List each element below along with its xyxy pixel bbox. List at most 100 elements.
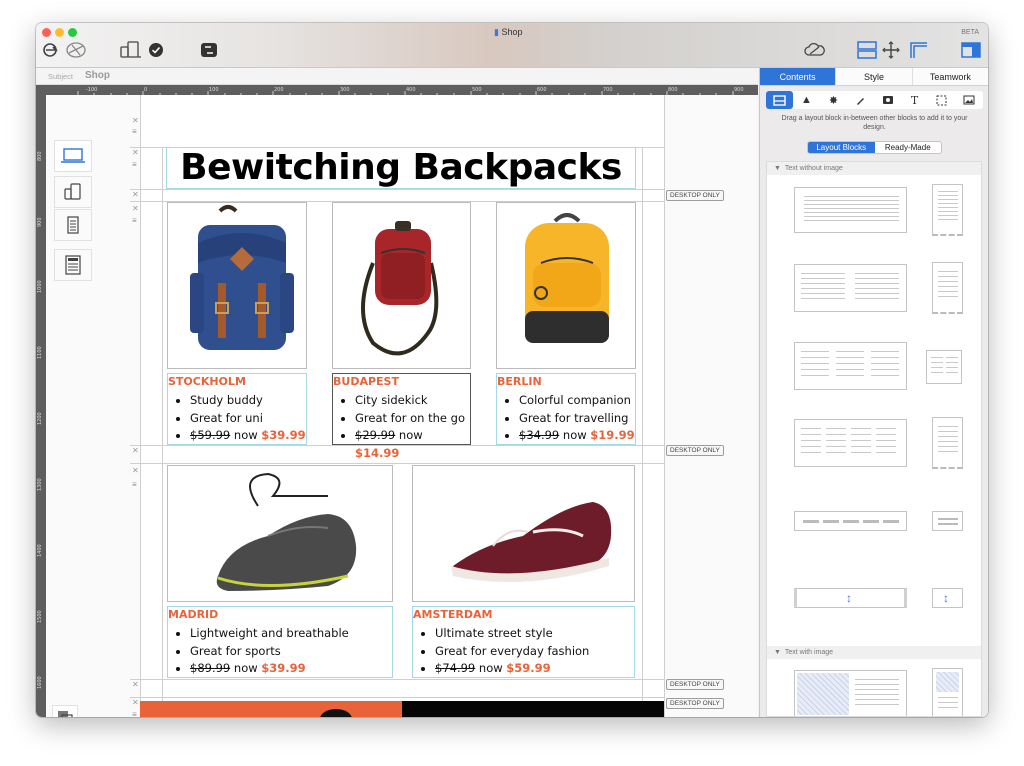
feature-item: Colorful companion — [519, 392, 635, 410]
close-button[interactable] — [42, 28, 51, 37]
product-image-black-sneaker[interactable] — [167, 465, 393, 602]
feature-item: Great for uni — [190, 410, 306, 428]
banner-orange[interactable] — [140, 701, 402, 717]
desktop-only-tag[interactable]: DESKTOP ONLY — [666, 190, 724, 201]
new-price: $14.99 — [355, 445, 400, 460]
section-header[interactable]: ▼ Text with image — [767, 646, 981, 659]
guides-icon[interactable] — [909, 41, 929, 63]
remove-block-icon[interactable]: ✕ — [132, 191, 139, 199]
product-image-blue-backpack[interactable] — [167, 202, 307, 369]
devices-icon[interactable] — [120, 41, 142, 63]
segment-layout-blocks[interactable]: Layout Blocks — [808, 142, 875, 153]
drag-handle-icon[interactable]: ≡ — [132, 128, 137, 136]
product-card-amsterdam[interactable]: AMSTERDAM Ultimate street style Great fo… — [412, 606, 635, 678]
remove-block-icon[interactable]: ✕ — [132, 205, 139, 213]
block-thumbnail[interactable] — [794, 511, 907, 531]
badge-icon[interactable]: ✸ — [820, 91, 847, 109]
remove-block-icon[interactable]: ✕ — [132, 467, 139, 475]
text-icon[interactable]: T — [901, 91, 928, 109]
feature-item: Great for travelling — [519, 410, 635, 428]
page-heading[interactable]: Bewitching Backpacks — [166, 147, 636, 189]
feature-item: City sidekick — [355, 392, 470, 410]
toggle-icon[interactable] — [200, 42, 218, 62]
block-thumbnail[interactable] — [932, 184, 963, 236]
tab-style[interactable]: Style — [836, 68, 913, 85]
block-thumbnail[interactable] — [794, 342, 907, 390]
ruler-label: 1400 — [37, 544, 43, 557]
block-thumbnail[interactable] — [794, 187, 907, 233]
feature-list: Study buddy Great for uni $59.99 now $39… — [190, 392, 306, 445]
feature-list: City sidekick Great for on the go $29.99… — [355, 392, 470, 462]
tool-icon-row: ▲ ✸ T — [766, 91, 983, 109]
minimize-button[interactable] — [55, 28, 64, 37]
spacer-block-thumbnail[interactable]: ↕ — [794, 588, 907, 608]
block-thumbnail[interactable] — [932, 511, 963, 531]
newsletter-icon — [65, 255, 81, 275]
product-image-burgundy-sneaker[interactable] — [412, 465, 635, 602]
subject-value[interactable]: Shop — [85, 70, 110, 81]
feature-list: Colorful companion Great for travelling … — [519, 392, 635, 445]
tab-contents[interactable]: Contents — [760, 68, 837, 85]
segment-ready-made[interactable]: Ready-Made — [875, 142, 942, 153]
section-header[interactable]: ▼ Text without image — [767, 162, 981, 175]
document-view-button[interactable] — [54, 209, 92, 241]
newsletter-view-button[interactable] — [54, 249, 92, 281]
cloud-icon[interactable] — [804, 42, 826, 62]
block-thumbnail[interactable] — [932, 262, 963, 314]
product-image-yellow-backpack[interactable] — [496, 202, 636, 369]
laptop-view-button[interactable] — [54, 140, 92, 172]
move-icon[interactable] — [881, 41, 901, 63]
block-thumbnail[interactable] — [794, 419, 907, 467]
block-thumbnail[interactable] — [794, 670, 907, 716]
triangle-icon[interactable]: ▲ — [793, 91, 820, 109]
media-icon[interactable] — [874, 91, 901, 109]
product-card-budapest[interactable]: BUDAPEST City sidekick Great for on the … — [332, 373, 471, 460]
product-card-berlin[interactable]: BERLIN Colorful companion Great for trav… — [496, 373, 636, 445]
desktop-only-tag[interactable]: DESKTOP ONLY — [666, 679, 724, 690]
layout-block-icon[interactable] — [766, 91, 793, 109]
publish-icon[interactable] — [64, 41, 88, 63]
drag-handle-icon[interactable]: ≡ — [132, 711, 137, 718]
product-image-red-crossbody-bag[interactable] — [332, 202, 471, 369]
block-thumbnail[interactable] — [794, 264, 907, 312]
preview-icon[interactable] — [42, 41, 64, 63]
ruler-label: 1200 — [37, 412, 43, 425]
remove-block-icon[interactable]: ✕ — [132, 699, 139, 707]
guide-line — [162, 147, 163, 717]
window-title: ▮ Shop — [494, 27, 523, 38]
old-price: $59.99 — [190, 428, 231, 442]
remove-block-icon[interactable]: ✕ — [132, 681, 139, 689]
desktop-only-tag[interactable]: DESKTOP ONLY — [666, 698, 724, 709]
layout-blocks-icon[interactable] — [857, 41, 877, 63]
city-name: STOCKHOLM — [168, 375, 246, 388]
product-card-madrid[interactable]: MADRID Lightweight and breathable Great … — [167, 606, 393, 678]
block-thumbnail[interactable] — [932, 417, 963, 469]
drag-hint: Drag a layout block in-between other blo… — [781, 115, 968, 131]
banner-black[interactable] — [402, 701, 664, 717]
product-card-stockholm[interactable]: STOCKHOLM Study buddy Great for uni $59.… — [167, 373, 307, 445]
drag-handle-icon[interactable]: ≡ — [132, 481, 137, 489]
remove-block-icon[interactable]: ✕ — [132, 149, 139, 157]
image-icon[interactable] — [955, 91, 982, 109]
zoom-button[interactable] — [68, 28, 77, 37]
remove-block-icon[interactable]: ✕ — [132, 117, 139, 125]
tab-teamwork[interactable]: Teamwork — [913, 68, 988, 85]
feature-list: Lightweight and breathable Great for spo… — [190, 625, 392, 678]
spacer-block-thumbnail[interactable]: ↕ — [932, 588, 963, 608]
block-thumbnail[interactable] — [932, 668, 963, 716]
check-icon[interactable] — [148, 42, 164, 62]
section-title: Text without image — [784, 165, 843, 172]
desktop-only-tag[interactable]: DESKTOP ONLY — [666, 445, 724, 456]
feature-list: Ultimate street style Great for everyday… — [435, 625, 634, 678]
pen-icon[interactable] — [847, 91, 874, 109]
section-title: Text with image — [784, 649, 834, 656]
selection-icon[interactable] — [928, 91, 955, 109]
block-thumbnail[interactable] — [926, 350, 962, 384]
drag-handle-icon[interactable]: ≡ — [132, 217, 137, 225]
remove-block-icon[interactable]: ✕ — [132, 447, 139, 455]
mobile-view-button[interactable] — [54, 176, 92, 208]
sidebar-icon[interactable] — [961, 41, 981, 63]
drag-handle-icon[interactable]: ≡ — [132, 161, 137, 169]
feature-item: Lightweight and breathable — [190, 625, 392, 643]
layers-button[interactable] — [52, 705, 78, 717]
